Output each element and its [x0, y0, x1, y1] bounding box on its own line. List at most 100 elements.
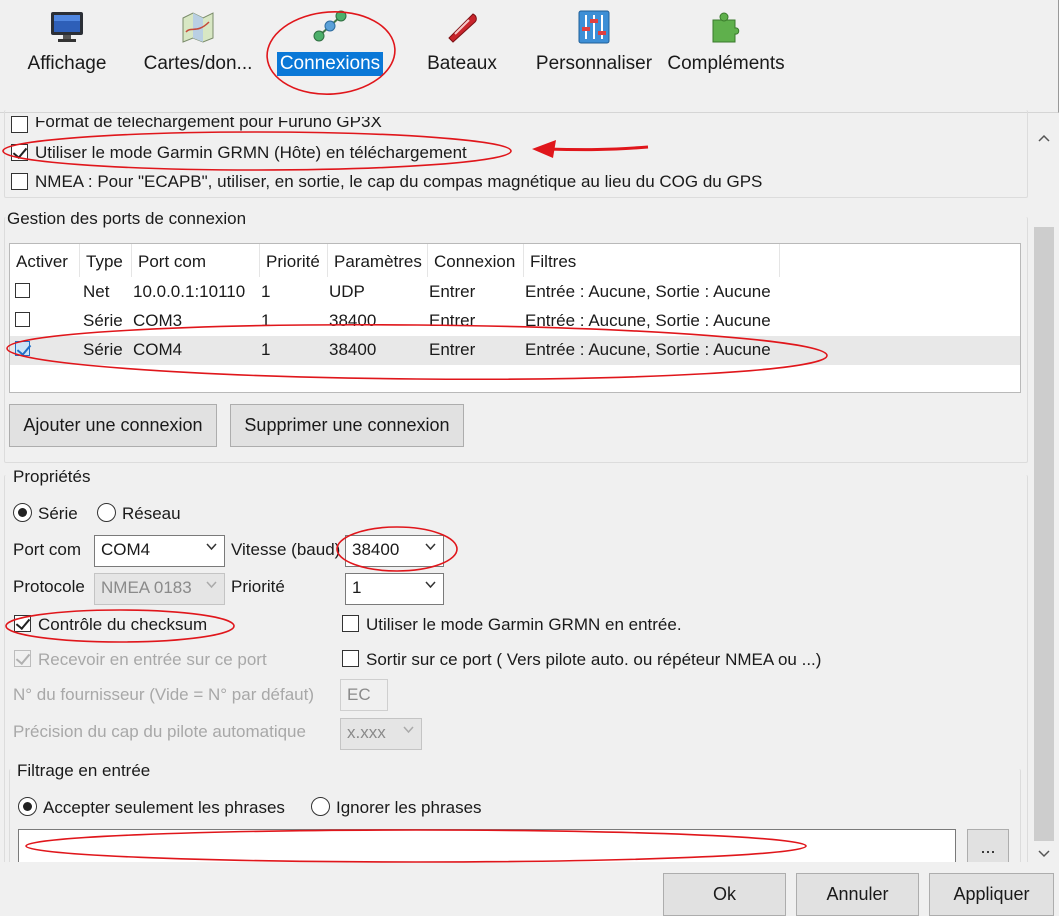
talker-id-label: N° du fournisseur (Vide = N° par défaut) [13, 685, 315, 704]
col-header-priorite[interactable]: Priorité [260, 244, 328, 277]
chevron-down-icon [206, 581, 217, 591]
connections-icon [311, 8, 349, 46]
cell-params: UDP [329, 282, 365, 301]
chevron-down-icon[interactable] [1038, 843, 1050, 863]
cell-type: Net [83, 282, 110, 301]
row-active-checkbox[interactable] [15, 312, 30, 327]
baud-label: Vitesse (baud) [231, 540, 341, 559]
priority-value: 1 [352, 578, 362, 597]
chevron-down-icon [425, 581, 436, 591]
priority-select[interactable]: 1 [345, 573, 444, 605]
col-header-parametres[interactable]: Paramètres [328, 244, 428, 277]
cell-port: 10.0.0.1:10110 [133, 282, 246, 301]
boat-icon [443, 8, 481, 46]
protocol-select: NMEA 0183 [94, 573, 225, 605]
chevron-up-icon[interactable] [1038, 127, 1050, 147]
row-active-checkbox[interactable] [15, 283, 30, 298]
network-label: Réseau [122, 504, 181, 523]
cell-port: COM3 [133, 311, 183, 330]
furuno-checkbox[interactable] [11, 116, 28, 133]
serial-radio[interactable] [13, 503, 32, 522]
cell-priority: 1 [261, 340, 271, 359]
tab-affichage[interactable]: Affichage [22, 8, 112, 88]
tab-label: Connexions [276, 52, 384, 76]
nmea-ecapb-checkbox[interactable] [11, 173, 28, 190]
cell-filters: Entrée : Aucune, Sortie : Aucune [525, 340, 771, 359]
scrollbar-thumb[interactable] [1034, 227, 1054, 841]
talker-id-field: EC [340, 679, 388, 711]
tab-label: Cartes/don... [143, 53, 253, 74]
protocol-value: NMEA 0183 [101, 578, 192, 597]
precision-select: x.xxx [340, 718, 422, 750]
cell-priority: 1 [261, 311, 271, 330]
table-row[interactable]: Net 10.0.0.1:10110 1 UDP Entrer Entrée :… [10, 278, 1020, 307]
output-label: Sortir sur ce port ( Vers pilote auto. o… [366, 650, 822, 669]
cell-filters: Entrée : Aucune, Sortie : Aucune [525, 282, 771, 301]
cell-params: 38400 [329, 311, 377, 330]
tab-personnaliser[interactable]: Personnaliser [532, 8, 656, 88]
cell-connection: Entrer [429, 340, 476, 359]
col-header-type[interactable]: Type [80, 244, 132, 277]
tab-cartes[interactable]: Cartes/don... [138, 8, 258, 88]
precision-label: Précision du cap du pilote automatique [13, 722, 306, 741]
cell-connection: Entrer [429, 311, 476, 330]
garmin-host-checkbox[interactable] [11, 144, 28, 161]
col-header-port[interactable]: Port com [132, 244, 260, 277]
receive-label: Recevoir en entrée sur ce port [38, 650, 267, 669]
tab-complements[interactable]: Compléments [664, 8, 788, 88]
cell-params: 38400 [329, 340, 377, 359]
tab-label: Compléments [667, 53, 785, 74]
garmin-host-label: Utiliser le mode Garmin GRMN (Hôte) en t… [35, 143, 467, 162]
tab-bateaux[interactable]: Bateaux [420, 8, 504, 88]
remove-connection-button[interactable]: Supprimer une connexion [230, 404, 464, 447]
toolbar: Affichage Cartes/don... Connexions Batea… [0, 0, 1059, 113]
output-checkbox[interactable] [342, 650, 359, 667]
nmea-ecapb-label: NMEA : Pour "ECAPB", utiliser, en sortie… [35, 172, 763, 191]
dialog-footer: Ok Annuler Appliquer [0, 862, 1059, 916]
tab-label: Personnaliser [535, 53, 653, 74]
chevron-down-icon [403, 726, 414, 736]
cancel-button[interactable]: Annuler [796, 873, 919, 916]
baud-value: 38400 [352, 540, 400, 559]
network-radio[interactable] [97, 503, 116, 522]
serial-label: Série [38, 504, 78, 523]
ignore-radio[interactable] [311, 797, 330, 816]
priority-label: Priorité [231, 577, 285, 596]
port-com-value: COM4 [101, 540, 151, 559]
baud-select[interactable]: 38400 [345, 535, 444, 567]
table-row-selected[interactable]: Série COM4 1 38400 Entrer Entrée : Aucun… [10, 336, 1020, 365]
chevron-down-icon [425, 543, 436, 553]
cell-connection: Entrer [429, 282, 476, 301]
connections-table: Activer Type Port com Priorité Paramètre… [9, 243, 1021, 393]
tab-label: Affichage [27, 53, 107, 74]
cell-priority: 1 [261, 282, 271, 301]
sliders-icon [575, 8, 613, 46]
checksum-checkbox[interactable] [14, 615, 31, 632]
cell-type: Série [83, 311, 123, 330]
ok-button[interactable]: Ok [663, 873, 786, 916]
table-row[interactable]: Série COM3 1 38400 Entrer Entrée : Aucun… [10, 307, 1020, 336]
protocol-label: Protocole [13, 577, 85, 596]
port-com-select[interactable]: COM4 [94, 535, 225, 567]
col-header-filtres[interactable]: Filtres [524, 244, 780, 277]
charts-icon [179, 8, 217, 46]
puzzle-icon [707, 8, 745, 46]
accept-label: Accepter seulement les phrases [43, 798, 285, 817]
port-com-label: Port com [13, 540, 82, 559]
cell-filters: Entrée : Aucune, Sortie : Aucune [525, 311, 771, 330]
garmin-input-checkbox[interactable] [342, 615, 359, 632]
add-connection-button[interactable]: Ajouter une connexion [9, 404, 217, 447]
vertical-scrollbar[interactable] [1031, 119, 1057, 859]
tab-connexions[interactable]: Connexions [276, 8, 384, 88]
col-header-connexion[interactable]: Connexion [428, 244, 524, 277]
apply-button[interactable]: Appliquer [929, 873, 1054, 916]
garmin-input-label: Utiliser le mode Garmin GRMN en entrée. [366, 615, 682, 634]
browse-button[interactable]: ... [967, 829, 1009, 863]
row-active-checkbox[interactable] [15, 341, 30, 356]
accept-radio[interactable] [18, 797, 37, 816]
chevron-down-icon [206, 543, 217, 553]
precision-value: x.xxx [347, 723, 386, 742]
monitor-icon [48, 8, 86, 46]
sentences-field[interactable] [18, 829, 956, 863]
col-header-activer[interactable]: Activer [10, 244, 80, 277]
